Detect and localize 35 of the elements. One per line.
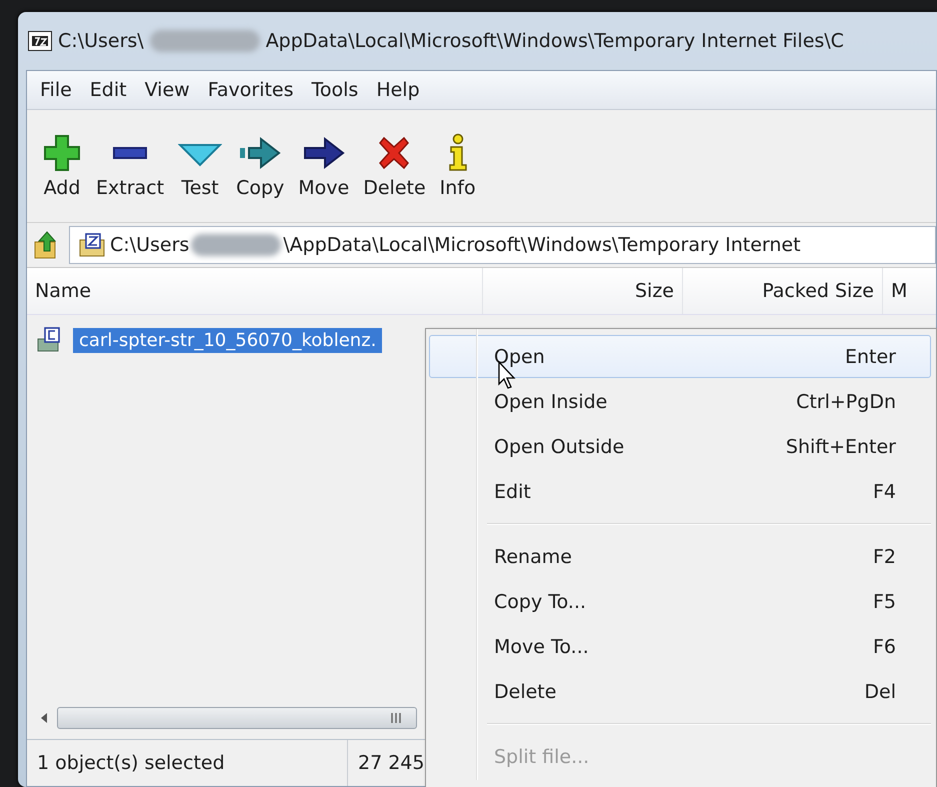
menu-item[interactable]: View [136, 79, 199, 101]
plus-icon [42, 133, 82, 173]
window-title: AppData\Local\Microsoft\Windows\Temporary Internet Files\C [266, 30, 844, 52]
menu-item[interactable]: Favorites [198, 79, 303, 101]
menu-item[interactable]: Help [367, 79, 429, 101]
menu-item[interactable]: Open Outside Shift+Enter [429, 425, 931, 468]
column-header[interactable]: Packed Size [683, 268, 883, 314]
grip-icon [390, 713, 402, 723]
column-header[interactable]: Size [483, 268, 683, 314]
menu-item[interactable]: File [31, 79, 81, 101]
menu-item[interactable]: Open Enter [429, 335, 931, 378]
status-text: 1 object(s) selected [27, 740, 348, 786]
app-logo-icon [28, 31, 52, 51]
menu-item[interactable]: Edit [80, 79, 136, 101]
toolbar-button[interactable]: Add [39, 131, 85, 201]
column-header[interactable]: M [883, 268, 937, 314]
toolbar-button[interactable]: Info [436, 131, 479, 201]
menu-item[interactable]: Rename F2 [429, 535, 931, 578]
toolbar-button[interactable]: Move [295, 131, 352, 201]
menu-item[interactable]: Edit F4 [429, 470, 931, 513]
toolbar-button[interactable]: Copy [233, 131, 288, 201]
menu-item[interactable]: Open Inside Ctrl+PgDn [429, 380, 931, 423]
menu-item[interactable]: Delete Del [429, 670, 931, 713]
menu-item[interactable]: Copy To... F5 [429, 580, 931, 623]
column-header[interactable]: Name [27, 268, 483, 314]
scroll-left-icon[interactable] [39, 712, 49, 724]
address-field[interactable]: C:\Users \AppData\Local\Microsoft\Windows\Temporary Internet [69, 226, 936, 264]
menu-item[interactable]: Tools [302, 79, 368, 101]
toolbar-button[interactable]: Delete [360, 131, 429, 201]
menu-item[interactable]: Move To... F6 [429, 625, 931, 668]
toolbar-button[interactable]: Extract [93, 131, 168, 201]
toolbar-button[interactable]: Test [175, 131, 226, 201]
scrollbar-thumb[interactable] [57, 707, 417, 729]
file-name[interactable]: carl-spter-str_10_56070_koblenz. [73, 328, 382, 352]
window-title: C:\Users\ [58, 30, 144, 52]
